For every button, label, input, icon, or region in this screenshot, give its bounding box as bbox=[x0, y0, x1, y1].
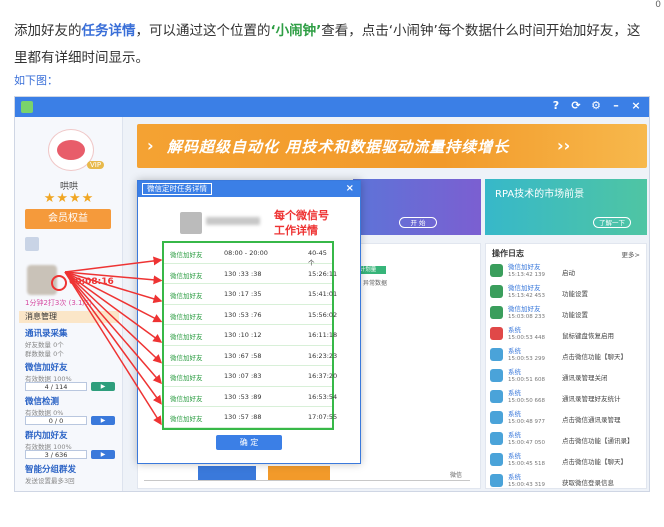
highlight-alarm-clock: ‘小闹钟’ bbox=[270, 23, 322, 39]
page: 0 添加好友的任务详情，可以通过这个位置的‘小闹钟’查看，点击‘小闹钟’每个数据… bbox=[0, 0, 664, 527]
annotation-arrow bbox=[64, 271, 162, 405]
description-paragraph: 添加好友的任务详情，可以通过这个位置的‘小闹钟’查看，点击‘小闹钟’每个数据什么… bbox=[14, 18, 650, 72]
highlight-task-details: 任务详情 bbox=[81, 23, 136, 39]
annotation-arrows bbox=[64, 256, 163, 426]
text-part: 添加好友的 bbox=[14, 23, 82, 39]
text-part: ，可以通过这个位置的 bbox=[135, 23, 271, 39]
corner-mark: 0 bbox=[655, 0, 661, 10]
app-window: ? ⟳ ⚙ – × VIP 哄哄 ★★★★ 会员权益 00:08:16 1分钟2… bbox=[14, 96, 650, 492]
annotation-arrow bbox=[64, 271, 162, 385]
figure-caption: 如下图： bbox=[14, 74, 58, 87]
annotation-arrow bbox=[64, 256, 163, 273]
annotation-arrow bbox=[64, 271, 163, 343]
